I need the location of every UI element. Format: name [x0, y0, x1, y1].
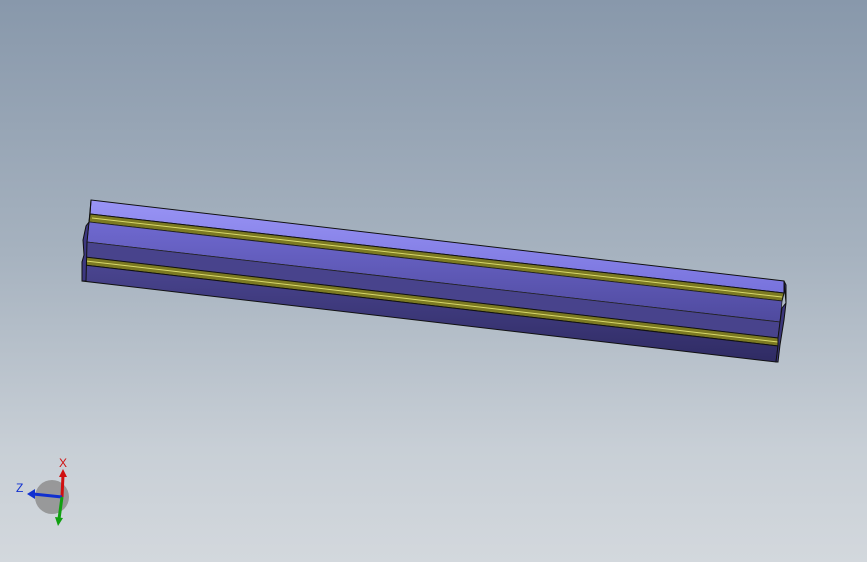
model-profile-bar[interactable] [0, 0, 867, 562]
x-axis-arrow-icon [59, 469, 67, 477]
graphics-viewport[interactable]: X Z [0, 0, 867, 562]
y-axis-arrow-icon [55, 517, 63, 526]
view-orientation-triad[interactable]: X Z [0, 440, 100, 540]
z-axis-label: Z [16, 481, 23, 495]
x-axis-label: X [59, 456, 67, 470]
z-axis-arrow-icon [27, 489, 35, 499]
x-axis-icon [60, 474, 65, 498]
